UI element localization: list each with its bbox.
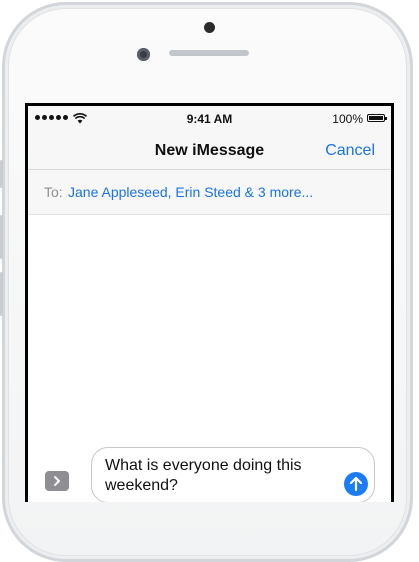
- mute-switch: [0, 160, 3, 188]
- expand-apps-button[interactable]: [45, 471, 69, 491]
- chevron-right-icon: [54, 476, 60, 486]
- volume-up-button: [0, 215, 3, 259]
- battery-icon: [367, 114, 387, 122]
- volume-down-button: [0, 272, 3, 316]
- recipients-field[interactable]: To: Jane Appleseed, Erin Steed & 3 more.…: [28, 170, 391, 215]
- send-button[interactable]: [344, 472, 368, 496]
- cancel-button[interactable]: Cancel: [325, 142, 375, 160]
- message-input[interactable]: What is everyone doing this weekend?: [91, 447, 375, 502]
- phone-screen: 9:41 AM 100% New iMessage Cancel To: Jan…: [25, 103, 394, 502]
- screen-content: 9:41 AM 100% New iMessage Cancel To: Jan…: [28, 106, 391, 502]
- message-input-text[interactable]: What is everyone doing this weekend?: [105, 456, 335, 496]
- front-camera: [137, 48, 150, 61]
- conversation-area: [28, 215, 391, 450]
- proximity-sensor: [204, 22, 215, 33]
- battery-percentage: 100%: [332, 112, 363, 126]
- arrow-up-icon: [349, 476, 363, 492]
- to-label: To:: [44, 184, 63, 200]
- navigation-bar: New iMessage Cancel: [28, 130, 391, 170]
- status-bar: 9:41 AM 100%: [28, 106, 391, 130]
- recipients-list[interactable]: Jane Appleseed, Erin Steed & 3 more...: [68, 184, 313, 200]
- earpiece-speaker: [169, 50, 249, 56]
